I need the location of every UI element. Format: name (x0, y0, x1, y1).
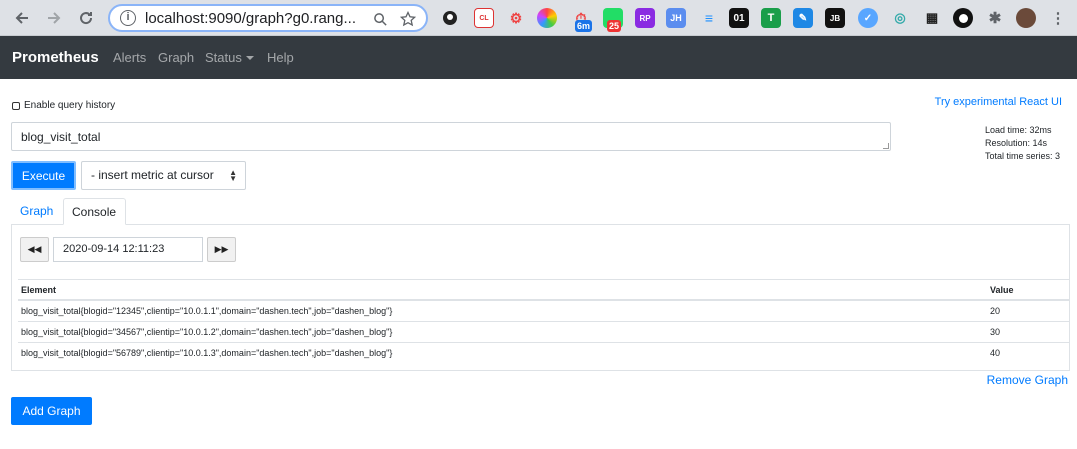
jh-extension-icon[interactable]: JH (666, 8, 686, 28)
add-graph-button[interactable]: Add Graph (11, 397, 92, 425)
rewind-icon[interactable]: ◀◀ (20, 237, 49, 262)
back-icon[interactable] (10, 6, 34, 30)
query-stats: Load time: 32ms Resolution: 14s Total ti… (985, 124, 1060, 163)
timer-badge: 6m (575, 20, 593, 32)
row-element: blog_visit_total{blogid="12345",clientip… (21, 306, 393, 316)
nav-graph[interactable]: Graph (158, 50, 194, 65)
check-extension-icon[interactable]: ✓ (858, 8, 878, 28)
brand-logo[interactable]: Prometheus (12, 49, 99, 66)
nav-alerts[interactable]: Alerts (113, 50, 146, 65)
table-header: Element Value (18, 279, 1070, 300)
edit-extension-icon[interactable]: ✎ (793, 8, 813, 28)
nav-help[interactable]: Help (267, 50, 294, 65)
nav-status[interactable]: Status (205, 50, 254, 65)
bookmark-star-icon[interactable] (398, 9, 418, 29)
chevron-down-icon (245, 56, 254, 60)
row-element: blog_visit_total{blogid="34567",clientip… (21, 327, 393, 337)
console-panel: ◀◀ 2020-09-14 12:11:23 ▶▶ Element Value … (11, 224, 1070, 371)
history-checkbox[interactable] (12, 101, 20, 110)
nav-status-label: Status (205, 50, 242, 65)
reload-icon[interactable] (74, 6, 98, 30)
rp-extension-icon[interactable]: RP (635, 8, 655, 28)
react-ui-link[interactable]: Try experimental React UI (935, 96, 1062, 108)
table-row: blog_visit_total{blogid="12345",clientip… (18, 300, 1070, 321)
count-badge: 25 (607, 20, 622, 32)
remove-graph-link[interactable]: Remove Graph (987, 373, 1068, 387)
table-row: blog_visit_total{blogid="34567",clientip… (18, 321, 1070, 342)
expression-text: blog_visit_total (21, 130, 101, 144)
select-arrows-icon: ▲ ▼ (229, 168, 237, 183)
tab-console[interactable]: Console (63, 198, 126, 225)
forward-icon[interactable] (42, 6, 66, 30)
insert-metric-select[interactable]: - insert metric at cursor ▲ ▼ (81, 161, 246, 190)
row-value: 40 (990, 348, 1001, 358)
cl-extension-icon[interactable]: CL (474, 8, 494, 28)
network-icon[interactable]: ⚙ (506, 8, 526, 28)
globe-extension-icon[interactable]: ◎ (890, 8, 910, 28)
load-time: Load time: 32ms (985, 125, 1052, 135)
jb-extension-icon[interactable]: JB (825, 8, 845, 28)
app-navbar: Prometheus Alerts Graph Status Help (0, 36, 1077, 79)
info-icon[interactable]: i (120, 10, 136, 26)
total-series: Total time series: 3 (985, 151, 1061, 161)
browser-toolbar: i localhost:9090/graph?g0.rang... CL ⚙ ⏱… (0, 0, 1077, 36)
kebab-menu-icon[interactable]: ⋮ (1048, 8, 1068, 28)
tab-graph[interactable]: Graph (12, 198, 61, 225)
row-element: blog_visit_total{blogid="56789",clientip… (21, 348, 393, 358)
fast-forward-icon[interactable]: ▶▶ (207, 237, 236, 262)
puzzle-icon[interactable]: ✱ (985, 8, 1005, 28)
o1-extension-icon[interactable]: 01 (729, 8, 749, 28)
row-value: 20 (990, 306, 1001, 316)
metric-select-value: - insert metric at cursor (91, 168, 214, 182)
shield-extension-icon[interactable]: T (761, 8, 781, 28)
expression-input[interactable]: blog_visit_total (11, 122, 891, 151)
query-history-toggle[interactable]: Enable query history (12, 100, 115, 111)
eval-time-input[interactable]: 2020-09-14 12:11:23 (53, 237, 203, 262)
github-icon[interactable] (440, 8, 460, 28)
resize-handle-icon[interactable] (883, 143, 889, 149)
result-table: Element Value blog_visit_total{blogid="1… (18, 279, 1070, 363)
url-text: localhost:9090/graph?g0.rang... (145, 9, 356, 27)
resolution: Resolution: 14s (985, 138, 1048, 148)
circle-extension-icon[interactable] (953, 8, 973, 28)
header-value: Value (990, 284, 1014, 295)
table-row: blog_visit_total{blogid="56789",clientip… (18, 342, 1070, 363)
avatar[interactable] (1016, 8, 1036, 28)
header-element: Element (21, 284, 57, 295)
filter-icon[interactable]: ≡ (699, 8, 719, 28)
execute-button[interactable]: Execute (11, 161, 76, 190)
qr-code-icon[interactable]: ▦ (922, 8, 942, 28)
zoom-search-icon[interactable] (370, 9, 390, 29)
row-value: 30 (990, 327, 1001, 337)
address-bar[interactable]: i localhost:9090/graph?g0.rang... (108, 4, 428, 32)
color-picker-icon[interactable] (537, 8, 557, 28)
history-label: Enable query history (24, 100, 116, 111)
